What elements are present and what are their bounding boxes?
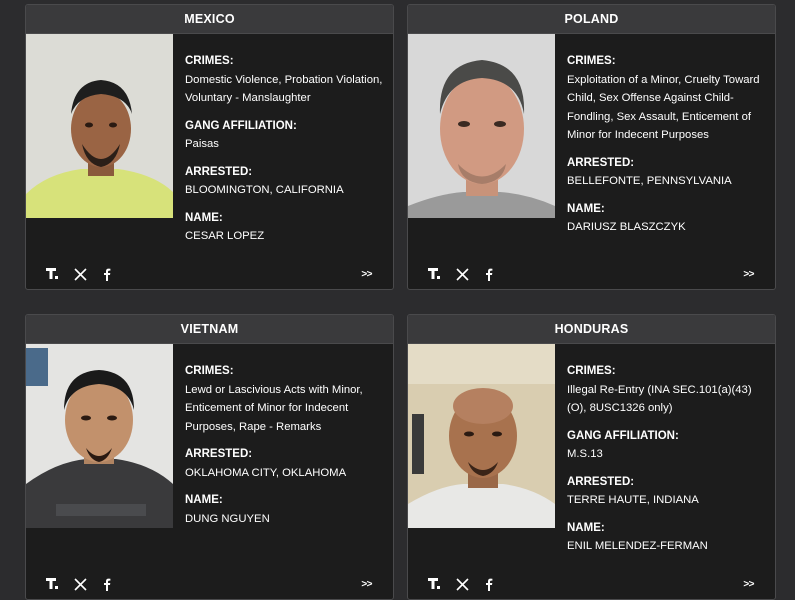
gang-affiliation-label: GANG AFFILIATION: <box>567 429 679 442</box>
gang-affiliation-value: Paisas <box>185 138 219 150</box>
detainee-card-vietnam: VIETNAM CRIMES: Lewd or Lascivious Acts … <box>25 314 394 600</box>
name-value: DARIUSZ BLASZCZYK <box>567 221 686 233</box>
arrested-value: BELLEFONTE, PENNSYLVANIA <box>567 175 732 187</box>
card-country-header: POLAND <box>408 5 775 34</box>
name-value: DUNG NGUYEN <box>185 512 270 525</box>
view-more-button[interactable]: >> <box>743 269 754 280</box>
detainee-card-honduras: HONDURAS CRIMES: Illegal Re-Entry (INA S… <box>407 314 776 600</box>
arrested-value: BLOOMINGTON, CALIFORNIA <box>185 184 344 196</box>
mugshot-photo <box>26 344 173 528</box>
facebook-icon[interactable] <box>100 577 114 591</box>
share-icons <box>428 577 496 591</box>
arrested-label: ARRESTED: <box>567 156 635 169</box>
crimes-value: Exploitation of a Minor, Cruelty Toward … <box>567 73 760 142</box>
arrested-value: OKLAHOMA CITY, OKLAHOMA <box>185 466 347 479</box>
detainee-info: CRIMES: Domestic Violence, Probation Vio… <box>185 52 387 255</box>
arrested-label: ARRESTED: <box>185 448 253 460</box>
x-icon[interactable] <box>455 577 469 591</box>
name-value: CESAR LOPEZ <box>185 230 265 242</box>
mugshot-photo <box>26 34 173 218</box>
name-label: NAME: <box>185 211 223 224</box>
name-value: ENIL MELENDEZ-FERMAN <box>567 540 708 552</box>
card-country-header: HONDURAS <box>408 315 775 344</box>
truth-social-icon[interactable] <box>428 577 442 591</box>
detainee-card-poland: POLAND CRIMES: Exploitation of a Minor, … <box>407 4 776 290</box>
truth-social-icon[interactable] <box>46 577 60 591</box>
card-footer: >> <box>26 259 393 289</box>
x-icon[interactable] <box>73 577 87 591</box>
truth-social-icon[interactable] <box>428 267 442 281</box>
crimes-value: Illegal Re-Entry (INA SEC.101(a)(43)(O),… <box>567 383 752 415</box>
crimes-label: CRIMES: <box>567 55 616 67</box>
crimes-value: Domestic Violence, Probation Violation, … <box>185 73 383 105</box>
card-footer: >> <box>408 259 775 289</box>
truth-social-icon[interactable] <box>46 267 60 281</box>
x-icon[interactable] <box>73 267 87 281</box>
card-footer: >> <box>26 569 393 599</box>
arrested-label: ARRESTED: <box>185 165 253 178</box>
facebook-icon[interactable] <box>482 267 496 281</box>
share-icons <box>428 267 496 281</box>
crimes-label: CRIMES: <box>185 55 234 67</box>
view-more-button[interactable]: >> <box>743 579 754 590</box>
crimes-label: CRIMES: <box>567 365 616 377</box>
card-country-header: MEXICO <box>26 5 393 34</box>
crimes-label: CRIMES: <box>185 365 234 377</box>
detainee-info: CRIMES: Illegal Re-Entry (INA SEC.101(a)… <box>567 362 769 565</box>
card-footer: >> <box>408 569 775 599</box>
detainee-info: CRIMES: Exploitation of a Minor, Cruelty… <box>567 52 769 246</box>
name-label: NAME: <box>567 202 605 215</box>
facebook-icon[interactable] <box>482 577 496 591</box>
arrested-value: TERRE HAUTE, INDIANA <box>567 494 699 506</box>
share-icons <box>46 267 114 281</box>
x-icon[interactable] <box>455 267 469 281</box>
facebook-icon[interactable] <box>100 267 114 281</box>
view-more-button[interactable]: >> <box>361 269 372 280</box>
gang-affiliation-label: GANG AFFILIATION: <box>185 119 297 132</box>
name-label: NAME: <box>185 494 223 506</box>
mugshot-photo <box>408 34 555 218</box>
gang-affiliation-value: M.S.13 <box>567 448 603 460</box>
card-country-header: VIETNAM <box>26 315 393 344</box>
crimes-value: Lewd or Lascivious Acts with Minor, Enti… <box>185 383 363 433</box>
name-label: NAME: <box>567 521 605 534</box>
detainee-card-mexico: MEXICO CRIMES: Domestic Violence, Probat… <box>25 4 394 290</box>
detainee-info: CRIMES: Lewd or Lascivious Acts with Min… <box>185 362 387 537</box>
view-more-button[interactable]: >> <box>361 579 372 590</box>
share-icons <box>46 577 114 591</box>
mugshot-photo <box>408 344 555 528</box>
arrested-label: ARRESTED: <box>567 475 635 488</box>
